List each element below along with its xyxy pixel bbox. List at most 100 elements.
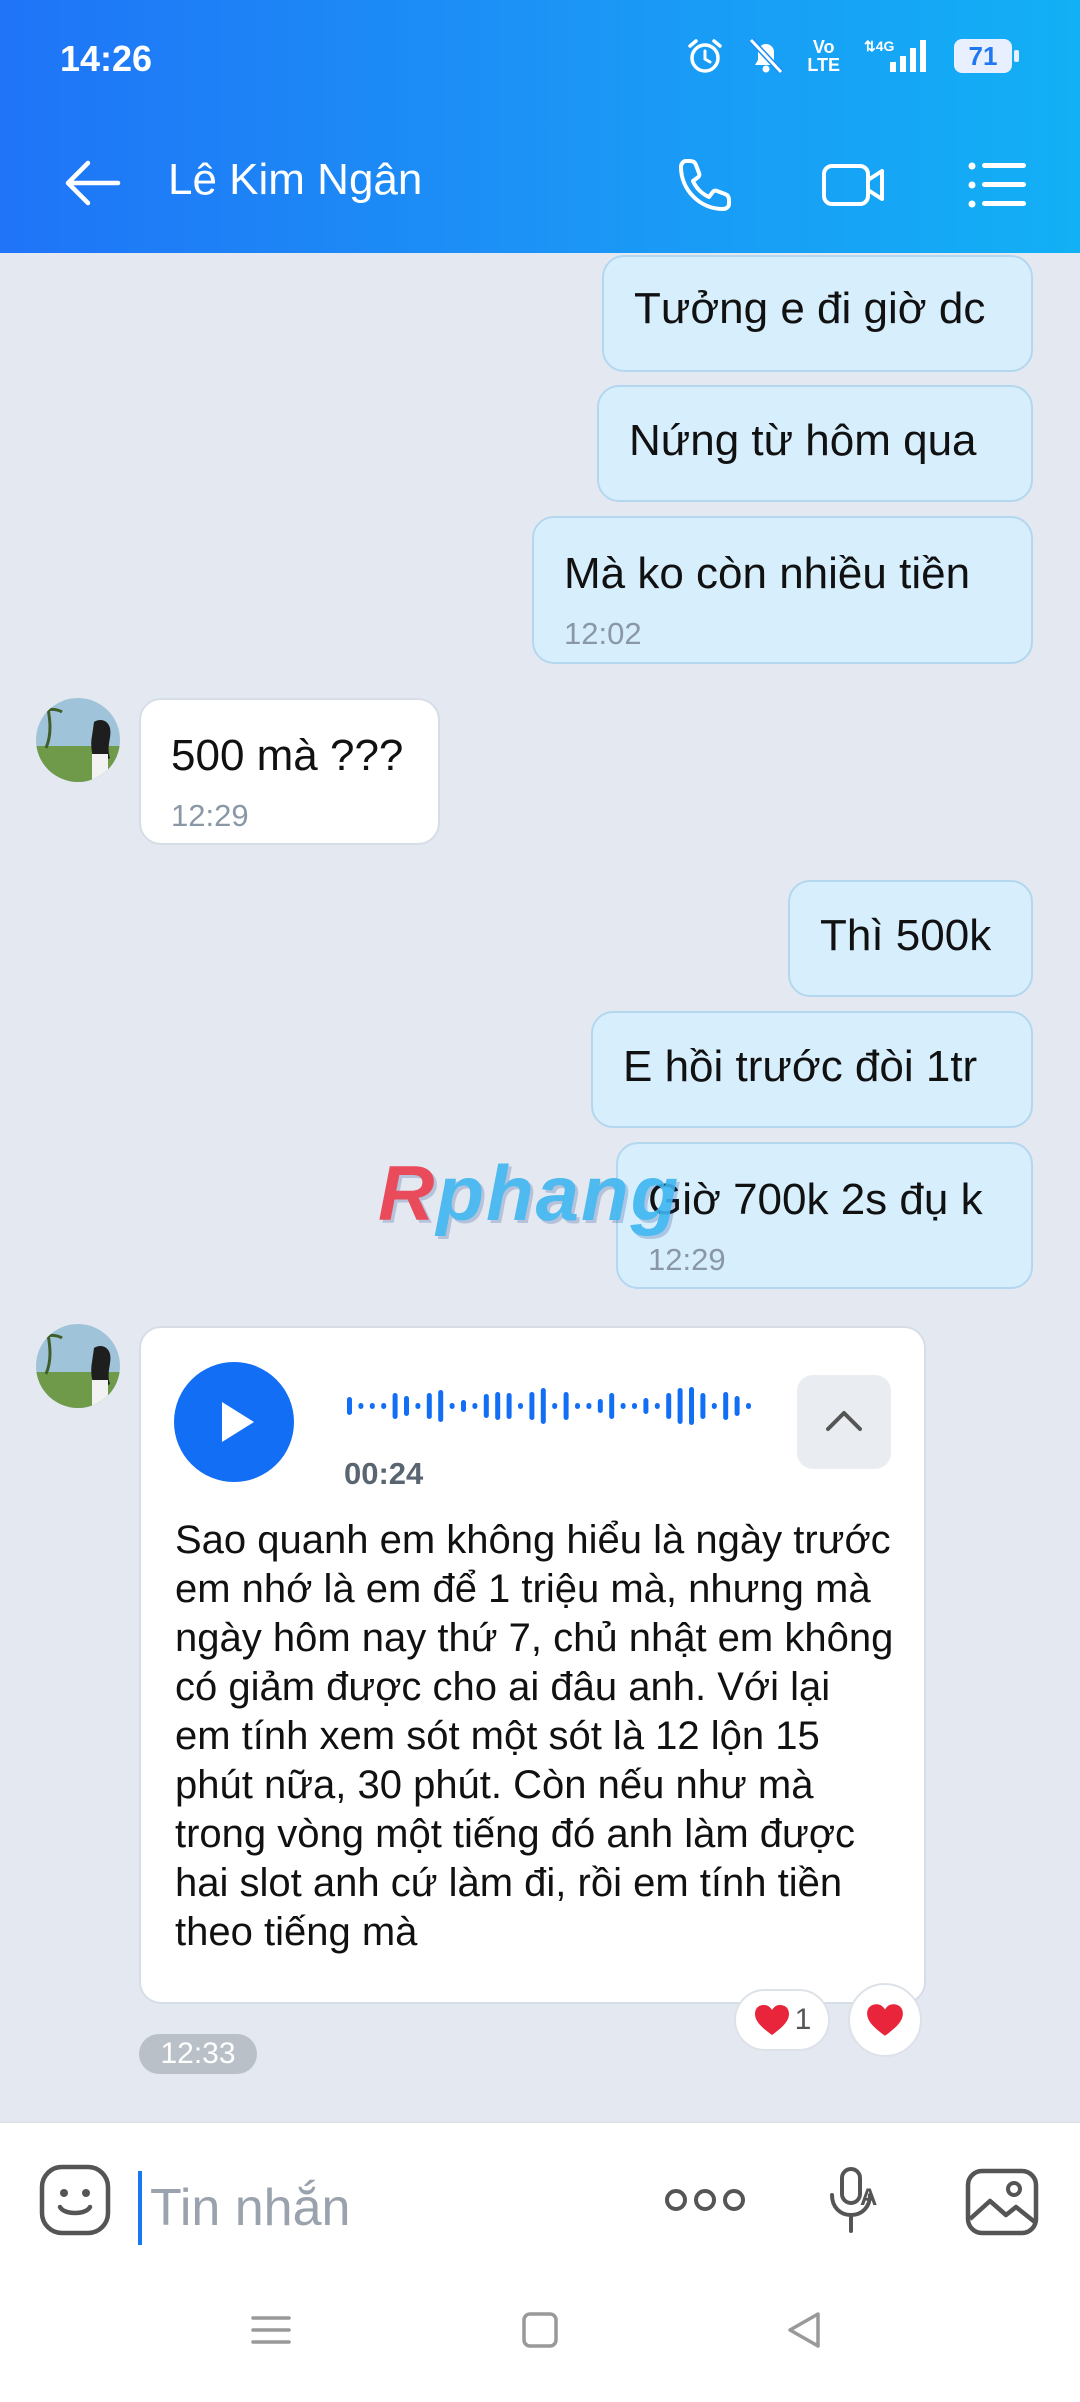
square-home-icon [522,2312,558,2348]
chevron-up-icon [826,1411,862,1431]
waveform-bar [620,1403,626,1409]
audio-waveform[interactable] [341,1376,761,1436]
waveform-bar [677,1388,683,1424]
waveform-bar [392,1393,398,1419]
waveform-bar [483,1394,489,1418]
waveform-bar [449,1403,455,1409]
home-button[interactable] [520,2310,560,2355]
message-text: Giờ 700k 2s đụ k [648,1175,983,1224]
contact-avatar[interactable] [36,1324,120,1408]
waveform-bar [643,1398,649,1414]
waveform-bar [495,1392,501,1420]
waveform-bar [347,1397,352,1415]
status-time: 14:26 [60,38,153,79]
waveform-bar [700,1393,706,1419]
system-nav-bar [0,2270,1080,2400]
message-input[interactable] [138,2171,642,2245]
svg-text:⇅4G: ⇅4G [864,38,895,54]
image-picker-button[interactable] [964,2167,1040,2242]
status-icons: Vo LTE ⇅4G 71 [685,36,1019,76]
voice-message-card[interactable]: 00:24 Sao quanh em không hiểu là ngày tr… [139,1326,926,2004]
menu-lines-icon [251,2316,291,2344]
play-button[interactable] [174,1362,294,1482]
list-menu-icon [968,162,1026,208]
waveform-bar [426,1393,432,1419]
microphone-icon: A [830,2167,877,2233]
waveform-bar [654,1403,660,1409]
message-text: Thì 500k [820,911,992,960]
message-time-chip: 12:33 [139,2034,257,2074]
message-text: Nứng từ hôm qua [629,416,977,465]
watermark-logo: Rphang [378,1149,681,1237]
waveform-bar [415,1403,421,1409]
chat-header: 14:26 Vo LTE ⇅4G 71 Lê Kim Ngân [0,0,1080,253]
waveform-bar [552,1403,558,1409]
recents-button[interactable] [250,2310,292,2355]
waveform-bar [461,1400,466,1412]
reaction-count: 1 [794,2003,812,2036]
avatar-photo [36,1324,120,1408]
waveform-bar [369,1403,375,1409]
waveform-bar [563,1392,569,1420]
voice-transcript: Sao quanh em không hiểu là ngày trước em… [175,1518,894,1954]
more-dots-icon [665,2189,745,2211]
heart-icon [754,2005,789,2035]
svg-text:A: A [860,2184,877,2211]
contact-avatar[interactable] [36,698,120,782]
voice-to-text-button[interactable]: A [826,2165,888,2242]
voice-duration: 00:24 [344,1456,424,1491]
voice-call-button[interactable] [676,156,738,214]
message-text: 500 mà ??? [171,731,404,780]
waveform-bar [540,1388,546,1424]
video-camera-icon [822,164,884,206]
waveform-bar [586,1403,592,1409]
waveform-bar [529,1392,535,1420]
message-bubble-outgoing[interactable]: Mà ko còn nhiều tiền 12:02 [532,516,1033,664]
play-icon [222,1402,254,1442]
waveform-bar [518,1403,523,1409]
video-call-button[interactable] [820,156,888,214]
arrow-left-icon [65,160,121,206]
waveform-bar [689,1387,694,1425]
back-button[interactable] [62,158,122,208]
more-options-button[interactable] [664,2183,746,2222]
waveform-bar [746,1403,751,1409]
waveform-bar [472,1403,478,1409]
message-time: 12:29 [648,1242,726,1277]
message-text: Tưởng e đi giờ dc [634,284,986,333]
emoji-button[interactable] [38,2163,112,2242]
message-text: E hồi trước đòi 1tr [623,1042,978,1091]
message-time: 12:29 [171,798,249,833]
message-bubble-outgoing[interactable]: E hồi trước đòi 1tr [591,1011,1033,1128]
message-time: 12:02 [564,616,642,651]
avatar-photo [36,698,120,782]
message-bubble-outgoing[interactable]: Nứng từ hôm qua [597,385,1033,502]
waveform-bar [734,1396,740,1416]
waveform-bar [506,1393,512,1419]
message-bubble-incoming[interactable]: 500 mà ??? 12:29 [139,698,440,845]
image-icon [965,2168,1039,2236]
contact-name[interactable]: Lê Kim Ngân [168,155,422,205]
reaction-count-badge[interactable]: 1 [734,1989,830,2051]
chat-options-button[interactable] [966,156,1030,214]
waveform-bar [438,1390,444,1422]
waveform-bar [666,1393,672,1419]
add-reaction-button[interactable] [848,1983,922,2057]
waveform-bar [575,1403,580,1409]
triangle-back-icon [788,2312,820,2348]
back-nav-button[interactable] [784,2310,824,2355]
waveform-bar [597,1399,603,1413]
volte-indicator: Vo LTE [807,37,840,75]
waveform-bar [381,1403,387,1409]
heart-icon [867,2004,903,2036]
collapse-transcript-button[interactable] [797,1375,891,1469]
mute-bell-icon [749,37,784,75]
alarm-icon [688,39,723,73]
message-bubble-outgoing[interactable]: Tưởng e đi giờ dc [602,255,1033,372]
waveform-bar [358,1403,364,1409]
battery-indicator: 71 [954,39,1019,73]
message-text: Mà ko còn nhiều tiền [564,549,971,598]
waveform-bar [711,1403,717,1409]
sticker-smile-icon [39,2164,111,2236]
message-bubble-outgoing[interactable]: Thì 500k [788,880,1033,997]
